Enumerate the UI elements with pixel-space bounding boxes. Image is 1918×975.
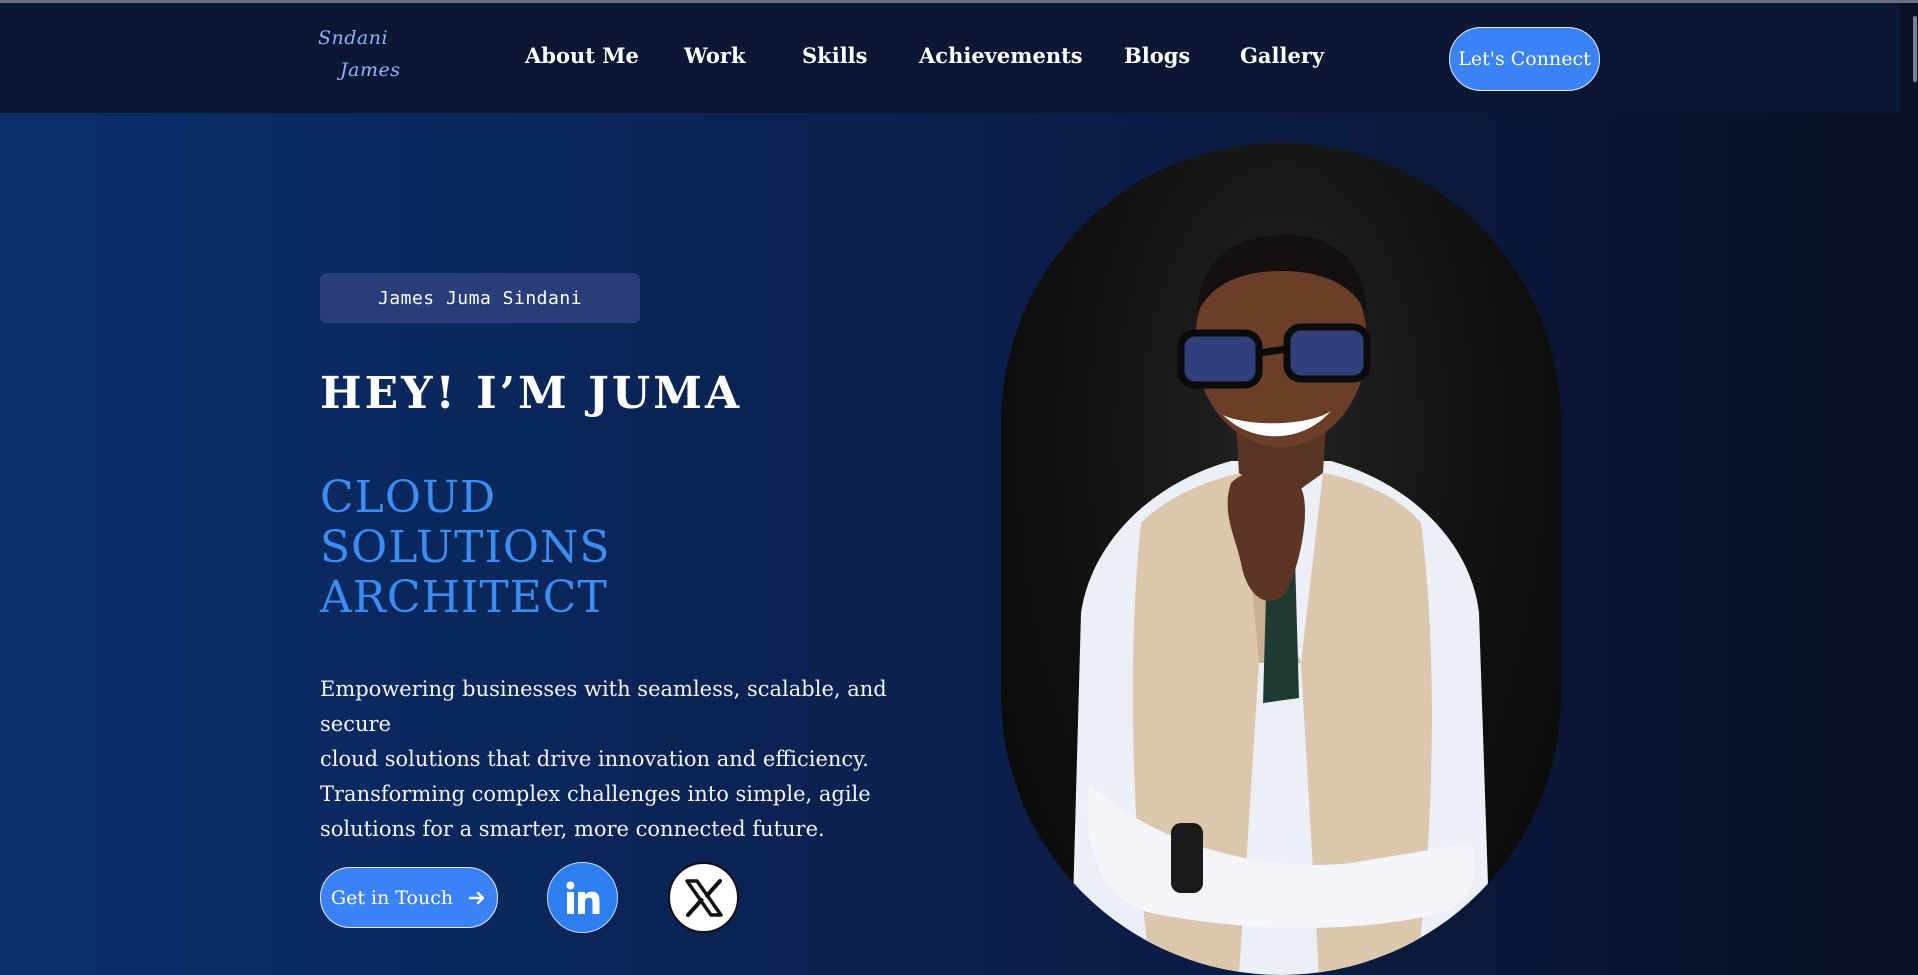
page: Sndani James About Me Work Skills Achiev… — [0, 0, 1918, 975]
description-line-1: Empowering businesses with seamless, sca… — [320, 677, 887, 736]
x-twitter-icon — [684, 878, 723, 917]
role-line-2: SOLUTIONS — [320, 522, 611, 573]
site-header: Sndani James About Me Work Skills Achiev… — [0, 3, 1918, 113]
description-line-3: Transforming complex challenges into sim… — [320, 782, 871, 806]
logo[interactable]: Sndani James — [318, 23, 428, 93]
get-in-touch-button[interactable]: Get in Touch — [320, 867, 498, 928]
scrollbar-thumb[interactable] — [1913, 16, 1917, 82]
nav-skills[interactable]: Skills — [802, 43, 867, 68]
nav-about-me[interactable]: About Me — [525, 43, 639, 68]
scrollbar-track[interactable] — [1900, 3, 1918, 975]
role-title: CLOUD SOLUTIONS ARCHITECT — [320, 473, 611, 623]
profile-photo-illustration — [1071, 235, 1491, 975]
nav-work[interactable]: Work — [684, 43, 746, 68]
linkedin-button[interactable] — [547, 862, 618, 933]
lets-connect-button[interactable]: Let's Connect — [1449, 27, 1600, 91]
logo-line-1: Sndani — [318, 27, 389, 49]
hero-description: Empowering businesses with seamless, sca… — [320, 672, 960, 847]
hero-greeting: HEY! I’M JUMA — [320, 368, 743, 419]
logo-line-2: James — [340, 59, 401, 81]
role-line-3: ARCHITECT — [320, 572, 608, 623]
description-line-4: solutions for a smarter, more connected … — [320, 817, 825, 841]
x-twitter-button[interactable] — [668, 862, 739, 933]
linkedin-icon — [566, 881, 599, 914]
name-badge: James Juma Sindani — [320, 273, 640, 323]
role-line-1: CLOUD — [320, 472, 497, 523]
arrow-right-icon — [468, 891, 485, 904]
nav-gallery[interactable]: Gallery — [1240, 43, 1324, 68]
nav-blogs[interactable]: Blogs — [1124, 43, 1190, 68]
nav-achievements[interactable]: Achievements — [919, 43, 1083, 68]
profile-photo — [1001, 143, 1561, 975]
get-in-touch-label: Get in Touch — [330, 886, 454, 909]
description-line-2: cloud solutions that drive innovation an… — [320, 747, 869, 771]
